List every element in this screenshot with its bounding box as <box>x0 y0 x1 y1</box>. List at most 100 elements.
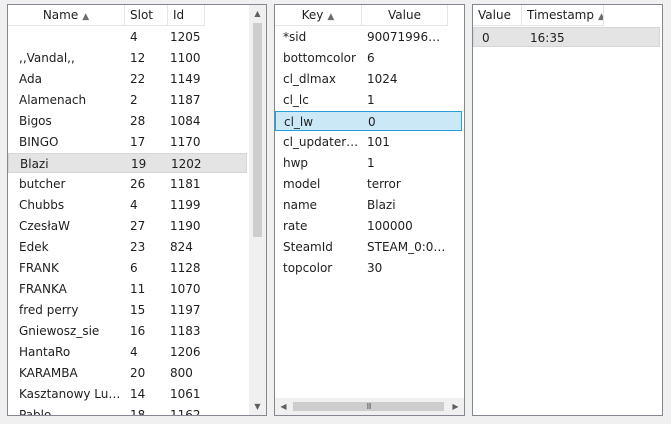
table-row[interactable]: 4 1205 <box>8 27 247 47</box>
table-row[interactable]: 0 16:35 <box>473 27 660 47</box>
table-row[interactable]: bottomcolor 6 <box>275 48 462 68</box>
cell-id: 1070 <box>170 282 201 296</box>
cell-value: 6 <box>367 51 375 65</box>
column-slot-label: Slot <box>130 8 153 22</box>
table-row[interactable]: CzesłaW 27 1190 <box>8 216 247 236</box>
column-timestamp-label: Timestamp <box>527 8 594 22</box>
cell-value: 101 <box>367 135 390 149</box>
table-row[interactable]: FRANKA 11 1070 <box>8 279 247 299</box>
cell-id: 1205 <box>170 30 201 44</box>
table-row[interactable]: rate 100000 <box>275 216 462 236</box>
cell-slot: 4 <box>130 198 138 212</box>
column-header-value[interactable]: Value <box>473 5 522 26</box>
table-row[interactable]: ,,Vandal,, 12 1100 <box>8 48 247 68</box>
cell-name <box>19 27 123 47</box>
table-row[interactable]: name Blazi <box>275 195 462 215</box>
column-value-label: Value <box>478 8 511 22</box>
table-row[interactable]: BINGO 17 1170 <box>8 132 247 152</box>
cell-slot: 4 <box>130 345 138 359</box>
table-row[interactable]: cl_lc 1 <box>275 90 462 110</box>
scroll-down-icon[interactable]: ▼ <box>249 398 266 415</box>
cell-slot: 16 <box>130 324 146 338</box>
table-row[interactable]: Kasztanowy Ludzik 14 1061 <box>8 384 247 404</box>
cell-key: rate <box>283 219 308 233</box>
cell-id: 1190 <box>170 219 201 233</box>
players-vertical-scrollbar[interactable]: ▲ ▼ <box>249 5 266 415</box>
cell-slot: 28 <box>130 114 146 128</box>
cell-key: name <box>283 198 318 212</box>
properties-horizontal-scrollbar[interactable]: ◀ III ▶ <box>275 398 464 415</box>
cell-name: butcher <box>19 177 66 191</box>
cell-id: 1170 <box>170 135 201 149</box>
cell-id: 1197 <box>170 303 201 317</box>
table-row[interactable]: butcher 26 1181 <box>8 174 247 194</box>
properties-list[interactable]: Key▲ Value *sid 900719968423... bottomcolo… <box>274 4 465 416</box>
table-row[interactable]: *sid 900719968423... <box>275 27 462 47</box>
cell-value: terror <box>367 177 401 191</box>
cell-name: Kasztanowy Ludzik <box>19 387 123 401</box>
players-list[interactable]: Name ▲ Slot Id 4 1205 ,,Vandal,, 12 1100 Ada 22… <box>7 4 267 416</box>
cell-id: 1199 <box>170 198 201 212</box>
table-row[interactable]: KARAMBA 20 800 <box>8 363 247 383</box>
table-row[interactable]: HantaRo 4 1206 <box>8 342 247 362</box>
scroll-left-icon[interactable]: ◀ <box>275 398 292 415</box>
sort-ascending-icon: ▲ <box>82 12 90 22</box>
table-row[interactable]: Bigos 28 1084 <box>8 111 247 131</box>
column-name-label: Name <box>42 8 79 22</box>
scroll-right-icon[interactable]: ▶ <box>447 398 464 415</box>
column-header-id[interactable]: Id <box>168 5 205 26</box>
cell-id: 1183 <box>170 324 201 338</box>
table-row[interactable]: Pablo 18 1162 <box>8 405 247 415</box>
cell-key: *sid <box>283 30 307 44</box>
table-row[interactable]: fred perry 15 1197 <box>8 300 247 320</box>
table-row[interactable]: FRANK 6 1128 <box>8 258 247 278</box>
column-header-timestamp[interactable]: Timestamp ▲ <box>522 5 604 26</box>
cell-slot: 23 <box>130 240 146 254</box>
scroll-thumb[interactable]: III <box>293 402 444 411</box>
table-row[interactable]: cl_updaterate 101 <box>275 132 462 152</box>
table-row[interactable]: Blazi 19 1202 <box>8 153 247 173</box>
cell-value: 30 <box>367 261 383 275</box>
cell-id: 1202 <box>171 157 202 171</box>
table-row[interactable]: topcolor 30 <box>275 258 462 278</box>
column-header-slot[interactable]: Slot <box>125 5 168 26</box>
cell-name: Alamenach <box>19 93 87 107</box>
column-header-key[interactable]: Key ▲ <box>275 5 362 26</box>
scroll-up-icon[interactable]: ▲ <box>249 5 266 22</box>
cell-id: 1061 <box>170 387 201 401</box>
cell-slot: 12 <box>130 51 146 65</box>
cell-name: KARAMBA <box>19 366 78 380</box>
table-row[interactable]: hwp 1 <box>275 153 462 173</box>
history-list[interactable]: Value Timestamp ▲ 0 16:35 <box>472 4 663 416</box>
scroll-grip-icon: III <box>366 402 371 411</box>
cell-timestamp: 16:35 <box>530 31 565 45</box>
cell-value: 1 <box>367 93 375 107</box>
cell-id: 1100 <box>170 51 201 65</box>
cell-slot: 17 <box>130 135 146 149</box>
scroll-thumb[interactable] <box>253 23 262 237</box>
cell-slot: 22 <box>130 72 146 86</box>
table-row[interactable]: Ada 22 1149 <box>8 69 247 89</box>
table-row[interactable]: Chubbs 4 1199 <box>8 195 247 215</box>
cell-slot: 15 <box>130 303 146 317</box>
cell-slot: 18 <box>130 408 146 415</box>
cell-id: 1128 <box>170 261 201 275</box>
table-row[interactable]: Gniewosz_sie 16 1183 <box>8 321 247 341</box>
cell-id: 800 <box>170 366 193 380</box>
cell-name: Bigos <box>19 114 52 128</box>
table-row[interactable]: cl_dlmax 1024 <box>275 69 462 89</box>
table-row[interactable]: cl_lw 0 <box>275 111 462 131</box>
table-row[interactable]: SteamId STEAM_0:0:67... <box>275 237 462 257</box>
column-header-value[interactable]: Value <box>362 5 448 26</box>
table-row[interactable]: model terror <box>275 174 462 194</box>
cell-value: 0 <box>368 115 376 129</box>
column-header-name[interactable]: Name ▲ <box>8 5 125 26</box>
cell-name: Ada <box>19 72 42 86</box>
table-row[interactable]: Alamenach 2 1187 <box>8 90 247 110</box>
sort-ascending-icon: ▲ <box>327 12 335 22</box>
table-row[interactable]: Edek 23 824 <box>8 237 247 257</box>
cell-value: 900719968423... <box>367 30 447 44</box>
cell-key: cl_lc <box>283 93 309 107</box>
cell-key: bottomcolor <box>283 51 356 65</box>
cell-key: cl_updaterate <box>283 135 361 149</box>
